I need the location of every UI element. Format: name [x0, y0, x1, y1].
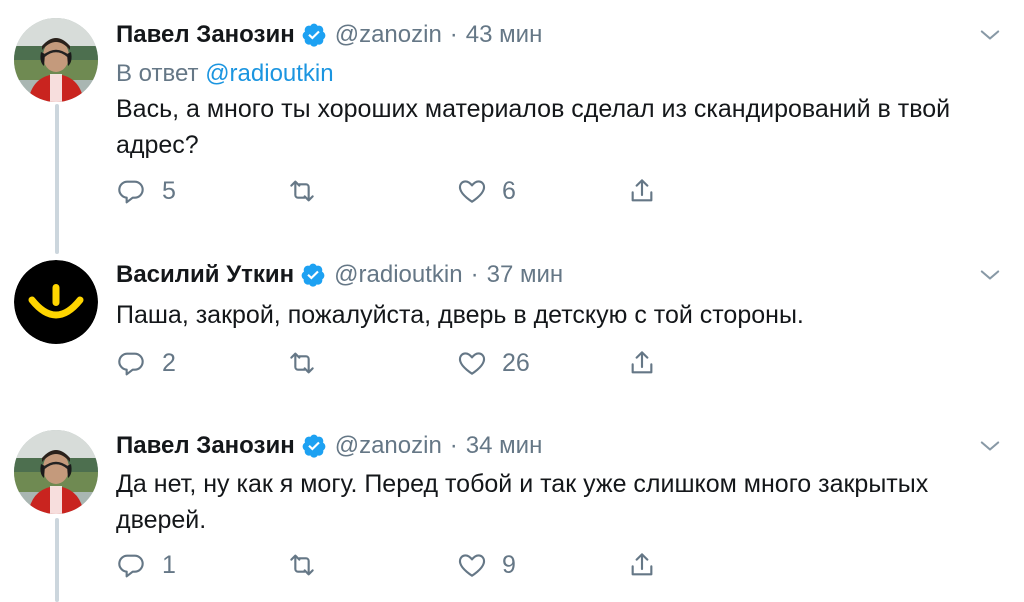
author-handle[interactable]: @zanozin [335, 19, 442, 51]
reply-icon [118, 180, 144, 204]
separator-dot: · [449, 21, 458, 48]
yellow-smile-logo-avatar-icon [14, 260, 98, 344]
reply-icon [118, 554, 144, 578]
like-count: 6 [502, 176, 516, 205]
retweet-icon [290, 180, 314, 202]
like-count: 9 [502, 550, 516, 579]
author-name[interactable]: Павел Занозин [116, 19, 295, 51]
tweet-header: Василий Уткин @radioutkin · 37 мин [116, 259, 1004, 291]
like-button[interactable]: 26 [456, 345, 530, 381]
share-icon [631, 179, 653, 202]
share-button[interactable] [626, 173, 658, 209]
retweet-button[interactable] [286, 345, 332, 381]
avatar[interactable] [14, 430, 98, 514]
tweet[interactable]: Василий Уткин @radioutkin · 37 мин Паша,… [0, 240, 1024, 420]
person-photo-avatar-icon [14, 18, 98, 102]
heart-icon [458, 554, 486, 577]
retweet-button[interactable] [286, 173, 332, 209]
separator-dot: · [449, 432, 458, 459]
heart-icon [458, 352, 486, 375]
reply-count: 2 [162, 348, 176, 377]
author-handle[interactable]: @radioutkin [334, 259, 462, 291]
avatar[interactable] [14, 260, 98, 344]
share-icon [631, 553, 653, 576]
tweet-text: Паша, закрой, пожалуйста, дверь в детску… [116, 301, 804, 329]
separator-dot: · [470, 261, 479, 288]
reply-button[interactable]: 2 [116, 345, 176, 381]
person-photo-avatar-icon [14, 430, 98, 514]
tweet-actions: 2 26 [116, 345, 716, 381]
verified-badge-icon [300, 262, 326, 288]
reply-count: 1 [162, 550, 176, 579]
share-icon [631, 351, 653, 374]
tweet-header: Павел Занозин @zanozin · 34 мин [116, 430, 1004, 462]
reply-button[interactable]: 5 [116, 173, 176, 209]
verified-badge-icon [301, 433, 327, 459]
like-button[interactable]: 6 [456, 173, 516, 209]
reply-icon [118, 352, 144, 376]
retweet-icon [290, 554, 314, 576]
retweet-button[interactable] [286, 547, 332, 583]
tweet-header: Павел Занозин @zanozin · 43 мин [116, 19, 1004, 51]
tweet[interactable]: Павел Занозин @zanozin · 43 мин В ответ … [0, 0, 1024, 240]
share-button[interactable] [626, 547, 658, 583]
verified-badge-icon [301, 22, 327, 48]
like-button[interactable]: 9 [456, 547, 516, 583]
heart-icon [458, 180, 486, 203]
reply-context: В ответ @radioutkin [116, 58, 334, 90]
reply-button[interactable]: 1 [116, 547, 176, 583]
chevron-down-icon[interactable] [976, 21, 1004, 49]
tweet-text: Вась, а много ты хороших материалов сдел… [116, 95, 951, 159]
tweet-timestamp[interactable]: 37 мин [487, 259, 564, 291]
like-count: 26 [502, 348, 530, 377]
reply-prefix: В ответ [116, 60, 199, 87]
tweet-actions: 5 6 [116, 173, 716, 209]
tweet-timestamp[interactable]: 43 мин [466, 19, 543, 51]
tweet-timestamp[interactable]: 34 мин [466, 430, 543, 462]
tweet-actions: 1 9 [116, 547, 716, 583]
chevron-down-icon[interactable] [976, 261, 1004, 289]
retweet-icon [290, 352, 314, 374]
author-name[interactable]: Василий Уткин [116, 259, 294, 291]
tweet[interactable]: Павел Занозин @zanozin · 34 мин Да нет, … [0, 412, 1024, 602]
reply-count: 5 [162, 176, 176, 205]
share-button[interactable] [626, 345, 658, 381]
author-handle[interactable]: @zanozin [335, 430, 442, 462]
tweet-text: Да нет, ну как я могу. Перед тобой и так… [116, 470, 929, 534]
avatar[interactable] [14, 18, 98, 102]
reply-mention-link[interactable]: @radioutkin [205, 60, 333, 87]
author-name[interactable]: Павел Занозин [116, 430, 295, 462]
chevron-down-icon[interactable] [976, 432, 1004, 460]
